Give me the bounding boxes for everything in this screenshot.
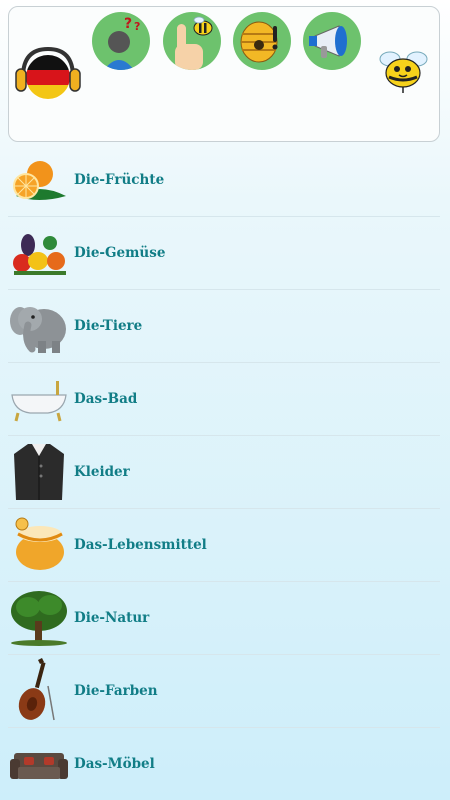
hive-button[interactable] (233, 12, 291, 70)
announce-button[interactable] (303, 12, 361, 70)
category-row-vegetables[interactable]: Die-Gemüse (8, 217, 440, 290)
category-label: Die-Tiere (74, 318, 143, 334)
megaphone-icon (309, 25, 347, 58)
beehive-icon (240, 21, 278, 63)
svg-text:?: ? (134, 20, 140, 33)
orange-icon (8, 149, 70, 211)
category-row-fruits[interactable]: Die-Früchte (8, 144, 440, 217)
category-label: Die-Gemüse (74, 245, 166, 261)
coat-icon (8, 441, 70, 503)
bathtub-icon (8, 368, 70, 430)
category-row-colors[interactable]: Die-Farben (8, 655, 440, 728)
category-label: Die-Natur (74, 610, 150, 626)
question-person-icon: ? ? (104, 16, 140, 70)
elephant-icon (8, 295, 70, 357)
hand-bee-icon (175, 16, 213, 70)
double-bass-icon (8, 658, 70, 722)
svg-text:?: ? (124, 16, 132, 32)
category-row-animals[interactable]: Die-Tiere (8, 290, 440, 363)
category-list: Die-Früchte Die-Gemüse Die-Tiere Das-Bad… (0, 144, 450, 800)
category-label: Kleider (74, 464, 130, 480)
category-label: Die-Früchte (74, 172, 165, 188)
vegetables-icon (8, 222, 70, 284)
category-label: Die-Farben (74, 683, 158, 699)
tree-icon (8, 587, 70, 649)
category-row-clothes[interactable]: Kleider (8, 436, 440, 509)
header-panel: ? ? (8, 6, 440, 142)
category-label: Das-Lebensmittel (74, 537, 207, 553)
category-label: Das-Möbel (74, 756, 155, 772)
honey-pot-icon (8, 514, 70, 576)
germany-flag-headphones-icon[interactable] (13, 43, 83, 105)
quiz-button[interactable]: ? ? (92, 12, 150, 70)
sofa-icon (8, 733, 70, 795)
bee-icon (375, 47, 431, 97)
category-row-food[interactable]: Das-Lebensmittel (8, 509, 440, 582)
category-row-bath[interactable]: Das-Bad (8, 363, 440, 436)
category-label: Das-Bad (74, 391, 138, 407)
practice-button[interactable] (163, 12, 221, 70)
category-row-furniture[interactable]: Das-Möbel (8, 728, 440, 800)
category-row-nature[interactable]: Die-Natur (8, 582, 440, 655)
